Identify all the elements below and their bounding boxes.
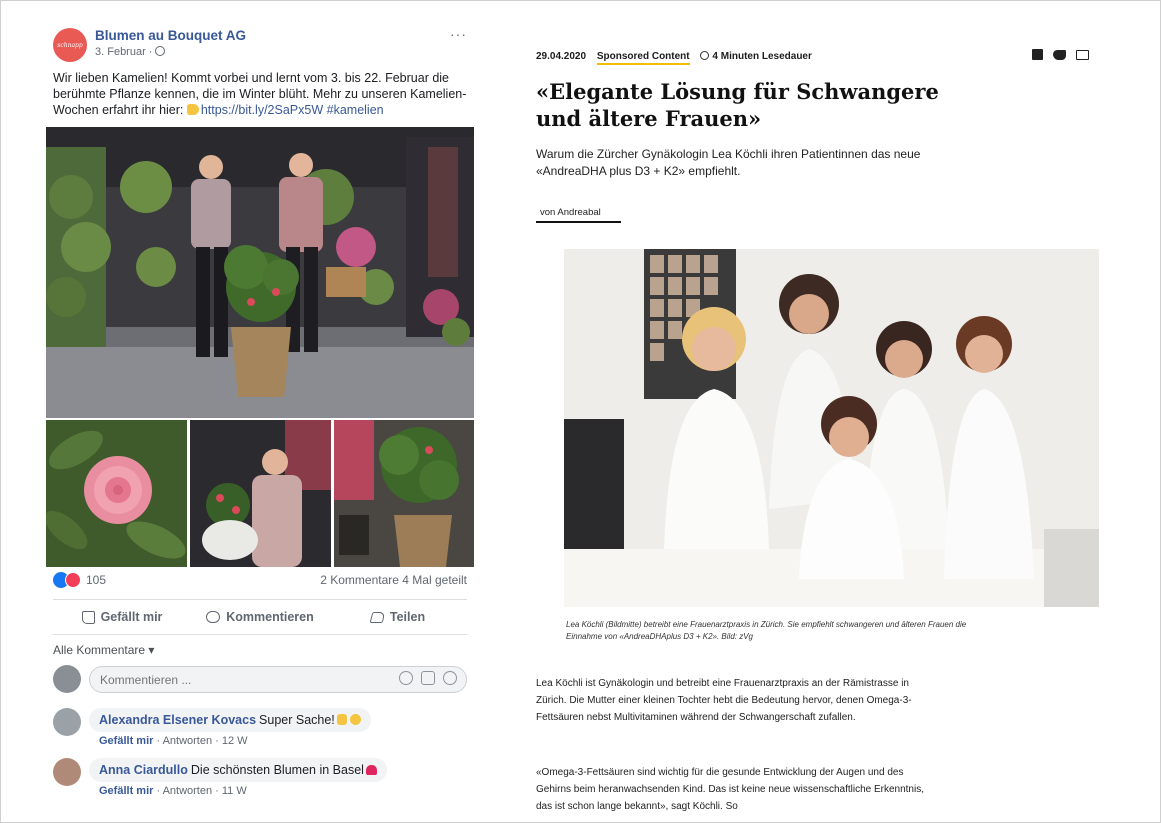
comment-text: Super Sache! [259,713,335,727]
clock-icon [700,51,710,60]
article-paragraph: Lea Köchli ist Gynäkologin und betreibt … [536,678,912,723]
comment-item: Alexandra Elsener Kovacs Super Sache! Gef… [53,708,467,750]
comment-meta: Gefällt mir · Antworten · 11 W [99,785,247,794]
shop-interior-photo [46,127,474,418]
post-date-text: 3. Februar · [95,46,153,58]
comment-item: Anna Ciardullo Die schönsten Blumen in Ba… [53,758,467,794]
share-label: Teilen [389,610,426,624]
comment-like-link[interactable]: Gefällt mir [99,735,153,747]
page-name[interactable]: Blumen au Bouquet AG [95,28,246,43]
love-reaction-icon[interactable] [65,572,81,588]
smile-emoji-icon [349,714,361,725]
mail-icon[interactable] [1076,50,1089,60]
man-holding-plant-photo [190,420,331,567]
all-comments-dropdown[interactable]: Alle Kommentare ▾ [53,643,154,657]
commenter-name[interactable]: Alexandra Elsener Kovacs [99,713,256,727]
camera-icon[interactable] [421,671,435,685]
post-photo-camellia[interactable] [46,420,187,567]
doctors-group-photo [564,249,1099,607]
comment-composer [53,665,467,695]
article-author[interactable]: von Andreabal [536,207,621,223]
reading-time: 4 Minuten Lesedauer [700,51,812,62]
post-link[interactable]: https://bit.ly/2SaPx5W [201,103,323,117]
article-photo[interactable] [564,249,1099,607]
thumbs-up-emoji-icon [336,714,347,725]
article-title: «Elegante Lösung für Schwangere und älte… [536,79,939,131]
comment-button[interactable]: Kommentieren [191,600,329,634]
twitter-icon[interactable] [1053,50,1066,60]
comment-bubble: Alexandra Elsener Kovacs Super Sache! [89,708,371,732]
page-avatar[interactable]: schnapp [53,28,87,62]
post-actions: Gefällt mir Kommentieren Teilen [53,599,467,635]
comment-bubble: Anna Ciardullo Die schönsten Blumen in Ba… [89,758,387,782]
comment-meta: Gefällt mir · Antworten · 12 W [99,735,248,747]
composer-icons [399,671,457,685]
comment-text: Die schönsten Blumen in Basel [190,763,364,777]
camellia-flower-photo [46,420,187,567]
photo-caption: Lea Köchli (Bildmitte) betreibt eine Fra… [566,620,967,641]
like-label: Gefällt mir [100,610,163,624]
post-photo-man-with-plant[interactable] [190,420,331,567]
more-options-icon[interactable]: ··· [450,26,467,42]
article-meta: 29.04.2020 Sponsored Content 4 Minuten L… [536,51,812,65]
reading-time-text: 4 Minuten Lesedauer [712,51,812,62]
thumbs-up-icon [81,610,95,624]
emoji-icon[interactable] [399,671,413,685]
comment-label: Kommentieren [226,610,314,624]
commenter-avatar[interactable] [53,758,81,786]
sponsored-article: 29.04.2020 Sponsored Content 4 Minuten L… [536,41,1106,816]
facebook-post: schnapp Blumen au Bouquet AG 3. Februar … [46,21,474,794]
post-text: Wir lieben Kamelien! Kommt vorbei und le… [53,70,471,118]
avatar-logo-text: schnapp [57,41,83,49]
share-button[interactable]: Teilen [329,600,467,634]
screenshot-frame: schnapp Blumen au Bouquet AG 3. Februar … [0,0,1161,823]
comment-reply-time[interactable]: · Antworten · 12 W [153,735,247,747]
post-date[interactable]: 3. Februar · [95,46,166,58]
sponsored-badge[interactable]: Sponsored Content [596,51,690,65]
facebook-icon[interactable] [1032,49,1043,60]
reactions-count[interactable]: 105 [86,573,106,587]
commenter-avatar[interactable] [53,708,81,736]
hashtag-link[interactable]: #kamelien [327,103,384,117]
pointing-hand-icon [186,104,199,115]
post-header: schnapp Blumen au Bouquet AG 3. Februar … [53,26,473,66]
globe-icon [155,46,166,56]
heart-emoji-icon [365,765,377,775]
sticker-icon[interactable] [443,671,457,685]
share-icon [369,611,386,623]
post-photo-main[interactable] [46,127,474,418]
comment-like-link[interactable]: Gefällt mir [99,785,153,794]
post-stats: 105 2 Kommentare 4 Mal geteilt [53,572,467,590]
avatar[interactable] [53,665,81,693]
commenter-name[interactable]: Anna Ciardullo [99,763,188,777]
like-button[interactable]: Gefällt mir [53,600,191,634]
article-date: 29.04.2020 [536,51,587,62]
article-paragraph: «Omega-3-Fettsäuren sind wichtig für die… [536,767,924,812]
comments-shares-count[interactable]: 2 Kommentare 4 Mal geteilt [320,573,467,587]
article-lead: Warum die Zürcher Gynäkologin Lea Köchli… [536,147,921,178]
comment-reply-time[interactable]: · Antworten · 11 W [153,785,246,794]
share-icons [1032,49,1089,60]
post-photo-plant-basket[interactable] [334,420,474,567]
plant-in-basket-photo [334,420,474,567]
comment-icon [206,611,221,623]
